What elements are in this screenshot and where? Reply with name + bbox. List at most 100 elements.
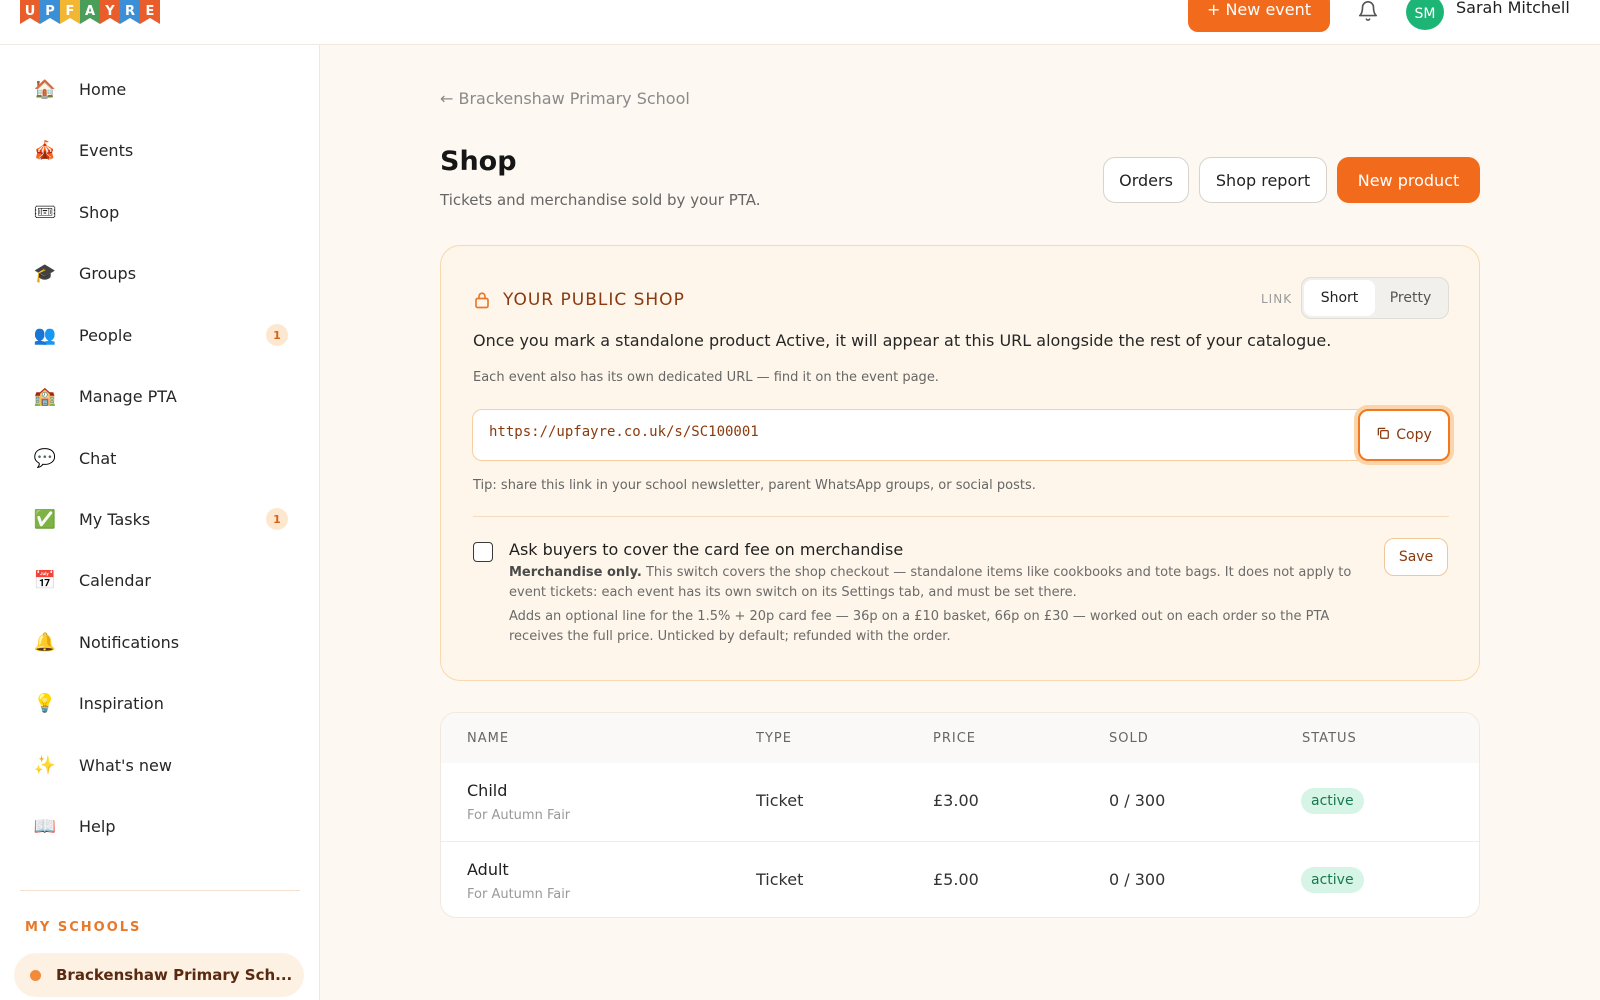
sidebar-item-chat[interactable]: 💬 Chat (18, 435, 300, 481)
column-header-price[interactable]: PRICE (933, 731, 976, 746)
logo-flag: E (140, 0, 160, 24)
sidebar-item-label: Notifications (79, 632, 180, 652)
speech-bubble-icon: 💬 (33, 447, 57, 469)
sidebar-item-label: Inspiration (79, 693, 164, 713)
link-option-pretty[interactable]: Pretty (1375, 280, 1446, 316)
sidebar-item-events[interactable]: 🎪 Events (18, 127, 300, 173)
graduation-cap-icon: 🎓 (33, 262, 57, 284)
status-badge: active (1301, 867, 1364, 893)
public-shop-info: Once you mark a standalone product Activ… (473, 331, 1332, 350)
school-dot-icon (30, 969, 41, 981)
sidebar-item-shop[interactable]: 🎟 Shop (18, 189, 300, 235)
sidebar-item-label: Help (79, 816, 116, 836)
sidebar-item-label: My Tasks (79, 509, 151, 529)
bell-icon: 🔔 (33, 631, 57, 653)
upfayre-logo[interactable]: U P F A Y R E (20, 0, 160, 24)
count-badge: 1 (266, 324, 288, 346)
product-name[interactable]: Child (467, 781, 507, 800)
sidebar-item-label: Manage PTA (79, 386, 177, 406)
products-table: NAME TYPE PRICE SOLD STATUS Child For Au… (440, 712, 1480, 918)
logo-flag: U (20, 0, 40, 24)
page-title: Shop (440, 146, 517, 177)
table-header: NAME TYPE PRICE SOLD STATUS (441, 713, 1479, 763)
calendar-icon: 📅 (33, 569, 57, 591)
column-header-status[interactable]: STATUS (1302, 731, 1357, 746)
school-name: Brackenshaw Primary Sch... (56, 966, 293, 984)
product-sold: 0 / 300 (1109, 791, 1166, 810)
shop-report-button[interactable]: Shop report (1199, 157, 1327, 203)
check-mark-icon: ✅ (33, 508, 57, 530)
shop-url: https://upfayre.co.uk/s/SC100001 (489, 424, 759, 440)
shop-url-field[interactable]: https://upfayre.co.uk/s/SC100001 (472, 409, 1358, 461)
column-header-name[interactable]: NAME (467, 731, 509, 746)
link-option-short[interactable]: Short (1304, 280, 1375, 316)
sidebar: 🏠 Home 🎪 Events 🎟 Shop 🎓 Groups 👥 People… (0, 45, 320, 1000)
column-header-sold[interactable]: SOLD (1109, 731, 1149, 746)
card-fee-description: Adds an optional line for the 1.5% + 20p… (509, 609, 1330, 644)
card-fee-label[interactable]: Ask buyers to cover the card fee on merc… (509, 540, 903, 559)
sparkles-icon: ✨ (33, 754, 57, 776)
sidebar-item-groups[interactable]: 🎓 Groups (18, 250, 300, 296)
save-button[interactable]: Save (1384, 538, 1448, 576)
sidebar-item-label: Home (79, 79, 127, 99)
status-badge: active (1301, 788, 1364, 814)
link-label: LINK (1261, 292, 1293, 306)
event-url-note: Each event also has its own dedicated UR… (473, 370, 939, 385)
sidebar-item-people[interactable]: 👥 People 1 (18, 312, 300, 358)
sidebar-item-label: Calendar (79, 570, 151, 590)
product-type: Ticket (756, 870, 804, 889)
user-name[interactable]: Sarah Mitchell (1456, 0, 1570, 17)
circus-tent-icon: 🎪 (33, 139, 57, 161)
new-event-button[interactable]: + New event (1188, 0, 1330, 32)
logo-flag: Y (100, 0, 120, 24)
count-badge: 1 (266, 508, 288, 530)
sidebar-item-my-tasks[interactable]: ✅ My Tasks 1 (18, 496, 300, 542)
sidebar-item-label: Shop (79, 202, 120, 222)
house-icon: 🏠 (33, 78, 57, 100)
logo-flag: A (80, 0, 100, 24)
sidebar-item-label: People (79, 325, 133, 345)
column-header-type[interactable]: TYPE (756, 731, 792, 746)
copy-label: Copy (1396, 427, 1432, 443)
public-shop-card: YOUR PUBLIC SHOP LINK Short Pretty Once … (440, 245, 1480, 681)
product-price: £5.00 (933, 870, 979, 889)
notifications-bell-icon[interactable] (1357, 0, 1379, 22)
sidebar-item-notifications[interactable]: 🔔 Notifications (18, 619, 300, 665)
copy-icon (1376, 426, 1390, 444)
school-building-icon: 🏫 (33, 385, 57, 407)
link-format-toggle: Short Pretty (1301, 277, 1449, 319)
table-row[interactable]: Adult For Autumn Fair Ticket £5.00 0 / 3… (441, 841, 1479, 917)
table-row[interactable]: Child For Autumn Fair Ticket £3.00 0 / 3… (441, 763, 1479, 841)
page-subtitle: Tickets and merchandise sold by your PTA… (440, 191, 761, 209)
product-name[interactable]: Adult (467, 860, 509, 879)
sidebar-item-calendar[interactable]: 📅 Calendar (18, 557, 300, 603)
merchandise-description: Merchandise only. This switch covers the… (509, 563, 1367, 603)
top-bar: U P F A Y R E + New event SM Sarah Mitch… (0, 0, 1600, 45)
sidebar-item-label: Groups (79, 263, 137, 283)
new-product-button[interactable]: New product (1337, 157, 1480, 203)
orders-button[interactable]: Orders (1103, 157, 1189, 203)
copy-url-button[interactable]: Copy (1358, 409, 1450, 461)
sidebar-item-whats-new[interactable]: ✨ What's new (18, 742, 300, 788)
sidebar-item-label: Events (79, 140, 134, 160)
school-item-brackenshaw[interactable]: Brackenshaw Primary Sch... (14, 953, 304, 997)
sidebar-item-inspiration[interactable]: 💡 Inspiration (18, 680, 300, 726)
card-fee-checkbox[interactable] (473, 542, 493, 562)
product-event: For Autumn Fair (467, 887, 571, 902)
breadcrumb[interactable]: ← Brackenshaw Primary School (440, 89, 690, 108)
light-bulb-icon: 💡 (33, 692, 57, 714)
my-schools-heading: MY SCHOOLS (25, 920, 142, 935)
book-icon: 📖 (33, 815, 57, 837)
sidebar-item-manage-pta[interactable]: 🏫 Manage PTA (18, 373, 300, 419)
product-price: £3.00 (933, 791, 979, 810)
sidebar-item-home[interactable]: 🏠 Home (18, 66, 300, 112)
merchandise-only-label: Merchandise only. (509, 565, 642, 580)
sidebar-item-label: Chat (79, 448, 117, 468)
people-icon: 👥 (33, 324, 57, 346)
sidebar-divider (20, 890, 300, 891)
card-divider (473, 516, 1449, 517)
user-avatar[interactable]: SM (1406, 0, 1444, 30)
sidebar-item-help[interactable]: 📖 Help (18, 803, 300, 849)
sidebar-item-label: What's new (79, 755, 172, 775)
share-tip: Tip: share this link in your school news… (473, 478, 1036, 493)
